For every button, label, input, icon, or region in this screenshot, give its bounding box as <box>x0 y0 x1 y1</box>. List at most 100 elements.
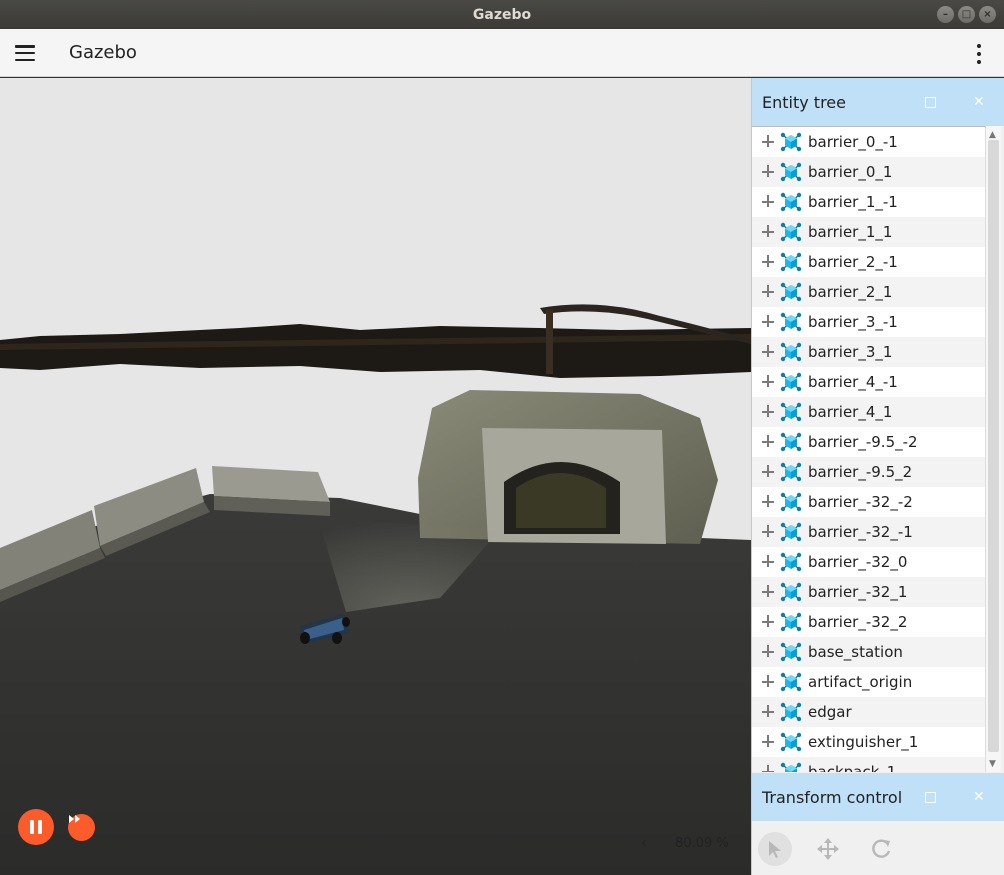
fast-forward-icon <box>69 815 80 823</box>
scrollbar-thumb[interactable] <box>988 140 999 752</box>
expand-plus-icon[interactable] <box>762 465 776 479</box>
tree-item-label: barrier_2_1 <box>808 283 893 301</box>
rotate-mode-button[interactable] <box>864 832 898 866</box>
expand-plus-icon[interactable] <box>762 705 776 719</box>
expand-plus-icon[interactable] <box>762 765 776 772</box>
translate-mode-button[interactable] <box>811 832 845 866</box>
tree-item-label: barrier_3_1 <box>808 343 893 361</box>
expand-plus-icon[interactable] <box>762 555 776 569</box>
expand-plus-icon[interactable] <box>762 615 776 629</box>
tree-item-label: barrier_3_-1 <box>808 313 898 331</box>
tree-item[interactable]: barrier_0_-1 <box>752 127 985 157</box>
window-title: Gazebo <box>472 6 532 23</box>
model-icon <box>779 190 803 214</box>
expand-plus-icon[interactable] <box>762 195 776 209</box>
tree-item[interactable]: barrier_-32_-1 <box>752 517 985 547</box>
tree-item-label: barrier_1_1 <box>808 223 893 241</box>
model-icon <box>779 490 803 514</box>
tree-item[interactable]: barrier_2_1 <box>752 277 985 307</box>
scroll-up-icon[interactable]: ▲ <box>989 130 996 140</box>
expand-plus-icon[interactable] <box>762 495 776 509</box>
tree-item[interactable]: barrier_-32_2 <box>752 607 985 637</box>
chevron-left-icon[interactable]: ‹ <box>641 835 647 851</box>
maximize-panel-icon[interactable] <box>925 96 936 108</box>
transform-control-title: Transform control <box>762 787 903 807</box>
tree-item[interactable]: artifact_origin <box>752 667 985 697</box>
scene-render <box>0 78 751 875</box>
tree-item-label: barrier_0_-1 <box>808 133 898 151</box>
expand-plus-icon[interactable] <box>762 735 776 749</box>
minimize-icon[interactable]: – <box>937 6 954 23</box>
model-icon <box>779 670 803 694</box>
model-icon <box>779 310 803 334</box>
scene-viewport[interactable]: ‹ 80.09 % <box>0 78 751 875</box>
model-icon <box>779 400 803 424</box>
tree-item-label: artifact_origin <box>808 673 913 691</box>
expand-plus-icon[interactable] <box>762 315 776 329</box>
tree-item[interactable]: barrier_2_-1 <box>752 247 985 277</box>
tree-item[interactable]: barrier_3_1 <box>752 337 985 367</box>
scroll-down-icon[interactable]: ▼ <box>989 759 996 769</box>
tree-item[interactable]: barrier_-32_1 <box>752 577 985 607</box>
expand-plus-icon[interactable] <box>762 135 776 149</box>
model-icon <box>779 370 803 394</box>
model-icon <box>779 280 803 304</box>
tree-item[interactable]: barrier_1_-1 <box>752 187 985 217</box>
close-panel-icon[interactable]: ✕ <box>973 789 985 805</box>
more-options-icon[interactable] <box>976 44 982 64</box>
app-title: Gazebo <box>69 42 137 63</box>
close-panel-icon[interactable]: ✕ <box>973 94 985 110</box>
maximize-icon[interactable]: □ <box>958 6 975 23</box>
entity-tree-list[interactable]: barrier_0_-1 barrier_0_1 barrier_1_-1barri… <box>752 126 985 772</box>
transform-tools <box>752 825 1004 875</box>
tree-item[interactable]: barrier_0_1 <box>752 157 985 187</box>
model-icon <box>779 340 803 364</box>
hamburger-menu-icon[interactable] <box>15 45 35 61</box>
entity-tree-scrollbar[interactable]: ▲ ▼ <box>985 126 1001 772</box>
tree-item[interactable]: barrier_1_1 <box>752 217 985 247</box>
tree-item[interactable]: barrier_3_-1 <box>752 307 985 337</box>
tree-item[interactable]: barrier_-9.5_2 <box>752 457 985 487</box>
maximize-panel-icon[interactable] <box>925 791 936 803</box>
tree-item[interactable]: barrier_-32_0 <box>752 547 985 577</box>
tree-item-label: barrier_1_-1 <box>808 193 898 211</box>
expand-plus-icon[interactable] <box>762 285 776 299</box>
expand-plus-icon[interactable] <box>762 585 776 599</box>
window-controls: – □ × <box>937 6 996 23</box>
model-icon <box>779 160 803 184</box>
tree-item-label: barrier_4_1 <box>808 403 893 421</box>
tree-item[interactable]: barrier_-32_-2 <box>752 487 985 517</box>
expand-plus-icon[interactable] <box>762 345 776 359</box>
tree-item[interactable]: barrier_4_-1 <box>752 367 985 397</box>
expand-plus-icon[interactable] <box>762 645 776 659</box>
expand-plus-icon[interactable] <box>762 435 776 449</box>
tree-item[interactable]: barrier_-9.5_-2 <box>752 427 985 457</box>
model-icon <box>779 760 803 772</box>
entity-tree-header: Entity tree ✕ <box>752 78 1004 126</box>
tree-item-label: backpack_1 <box>808 763 897 772</box>
pause-button[interactable] <box>18 809 54 845</box>
move-icon <box>817 838 839 860</box>
pause-icon <box>30 820 34 834</box>
tree-item[interactable]: barrier_4_1 <box>752 397 985 427</box>
tree-item-label: barrier_2_-1 <box>808 253 898 271</box>
close-window-icon[interactable]: × <box>979 6 996 23</box>
model-icon <box>779 610 803 634</box>
transform-control-header: Transform control ✕ <box>752 773 1004 821</box>
expand-plus-icon[interactable] <box>762 165 776 179</box>
model-icon <box>779 430 803 454</box>
expand-plus-icon[interactable] <box>762 525 776 539</box>
expand-plus-icon[interactable] <box>762 375 776 389</box>
expand-plus-icon[interactable] <box>762 405 776 419</box>
tree-item[interactable]: backpack_1 <box>752 757 985 772</box>
expand-plus-icon[interactable] <box>762 225 776 239</box>
tree-item[interactable]: base_station <box>752 637 985 667</box>
tree-item[interactable]: extinguisher_1 <box>752 727 985 757</box>
expand-plus-icon[interactable] <box>762 255 776 269</box>
select-mode-button[interactable] <box>758 832 792 866</box>
arrow-pointer-icon <box>769 841 781 858</box>
tree-item-label: barrier_-32_1 <box>808 583 908 601</box>
expand-plus-icon[interactable] <box>762 675 776 689</box>
step-forward-button[interactable] <box>68 814 95 841</box>
tree-item[interactable]: edgar <box>752 697 985 727</box>
